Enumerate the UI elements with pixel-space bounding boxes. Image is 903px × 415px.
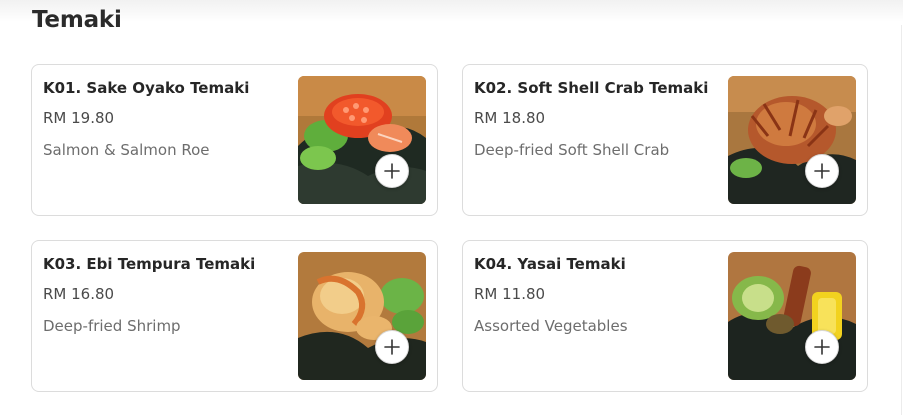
menu-item-card-k01[interactable]: K01. Sake Oyako Temaki RM 19.80 Salmon &… xyxy=(31,64,438,216)
menu-item-price: RM 18.80 xyxy=(474,109,546,127)
menu-item-price: RM 19.80 xyxy=(43,109,115,127)
menu-item-card-k02[interactable]: K02. Soft Shell Crab Temaki RM 18.80 Dee… xyxy=(462,64,868,216)
menu-item-image[interactable] xyxy=(298,76,426,204)
plus-icon xyxy=(814,339,830,355)
menu-item-name: K02. Soft Shell Crab Temaki xyxy=(474,79,709,97)
menu-item-card-k03[interactable]: K03. Ebi Tempura Temaki RM 16.80 Deep-fr… xyxy=(31,240,438,392)
menu-item-price: RM 16.80 xyxy=(43,285,115,303)
plus-icon xyxy=(384,339,400,355)
menu-item-description: Deep-fried Soft Shell Crab xyxy=(474,141,670,159)
add-to-cart-button[interactable] xyxy=(805,330,839,364)
menu-item-image[interactable] xyxy=(728,76,856,204)
menu-item-image[interactable] xyxy=(298,252,426,380)
menu-item-name: K01. Sake Oyako Temaki xyxy=(43,79,250,97)
soft-shell-crab-temaki-photo xyxy=(728,76,856,204)
add-to-cart-button[interactable] xyxy=(375,330,409,364)
header-shadow xyxy=(0,0,903,22)
section-title: Temaki xyxy=(32,7,122,33)
plus-icon xyxy=(814,163,830,179)
add-to-cart-button[interactable] xyxy=(805,154,839,188)
menu-item-name: K03. Ebi Tempura Temaki xyxy=(43,255,256,273)
menu-item-description: Deep-fried Shrimp xyxy=(43,317,181,335)
column-divider xyxy=(901,25,902,415)
menu-item-name: K04. Yasai Temaki xyxy=(474,255,626,273)
menu-item-description: Salmon & Salmon Roe xyxy=(43,141,210,159)
plus-icon xyxy=(384,163,400,179)
menu-item-grid: K01. Sake Oyako Temaki RM 19.80 Salmon &… xyxy=(31,64,868,392)
menu-item-card-k04[interactable]: K04. Yasai Temaki RM 11.80 Assorted Vege… xyxy=(462,240,868,392)
menu-item-price: RM 11.80 xyxy=(474,285,546,303)
menu-item-description: Assorted Vegetables xyxy=(474,317,628,335)
menu-page: Temaki K01. Sake Oyako Temaki RM 19.80 S… xyxy=(0,0,903,415)
yasai-temaki-photo xyxy=(728,252,856,380)
ebi-tempura-temaki-photo xyxy=(298,252,426,380)
add-to-cart-button[interactable] xyxy=(375,154,409,188)
salmon-roe-temaki-photo xyxy=(298,76,426,204)
menu-item-image[interactable] xyxy=(728,252,856,380)
